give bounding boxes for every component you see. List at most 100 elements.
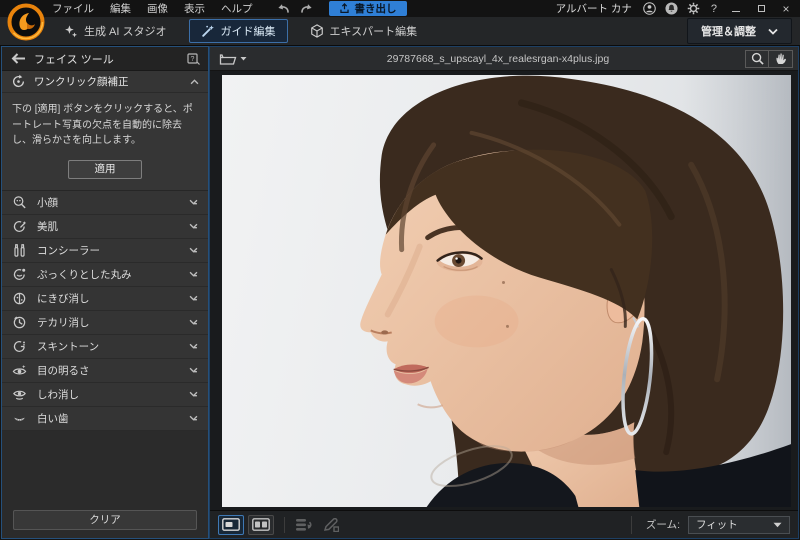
- blemish-remover-icon: [12, 291, 27, 306]
- back-button[interactable]: [2, 53, 34, 64]
- face-tool-item[interactable]: テカリ消し: [2, 311, 208, 335]
- panel-title: フェイス ツール: [34, 51, 114, 67]
- split-view-button[interactable]: [248, 515, 274, 535]
- help-button[interactable]: ?: [709, 3, 719, 15]
- edit-pencil-button[interactable]: [323, 518, 339, 532]
- zoom-tool-button[interactable]: [745, 50, 769, 68]
- dropdown-arrow-icon: [240, 56, 247, 61]
- zoom-level-dropdown[interactable]: フィット: [688, 516, 790, 534]
- one-click-body: 下の [適用] ボタンをクリックすると、ポートレート写真の欠点を自動的に除去し、…: [2, 93, 208, 191]
- workspace-tabs: 生成 AI スタジオ ガイド編集 エキスパート編集: [52, 19, 429, 43]
- single-view-button[interactable]: [218, 515, 244, 535]
- open-file-button[interactable]: [215, 50, 251, 68]
- workspace-toolbar: 生成 AI スタジオ ガイド編集 エキスパート編集 管理＆調整: [0, 17, 800, 46]
- face-tool-item[interactable]: 白い歯: [2, 407, 208, 431]
- plump-icon: [12, 267, 27, 282]
- workspace-tab-label: ガイド編集: [221, 23, 276, 39]
- close-button[interactable]: ×: [778, 1, 794, 16]
- white-teeth-icon: [12, 411, 27, 426]
- single-view-icon: [222, 518, 240, 531]
- manage-adjust-label: 管理＆調整: [701, 23, 756, 39]
- face-tool-item[interactable]: 美肌: [2, 215, 208, 239]
- menu-item[interactable]: 画像: [147, 1, 168, 16]
- canvas-area: 29787668_s_upscayl_4x_realesrgan-x4plus.…: [210, 47, 798, 538]
- face-tool-label: にきび消し: [37, 291, 90, 306]
- app-logo-icon: [7, 3, 45, 41]
- export-button[interactable]: 書き出し: [329, 1, 407, 16]
- menu-item[interactable]: ファイル: [52, 1, 94, 16]
- workspace-tab[interactable]: ガイド編集: [189, 19, 288, 43]
- face-tool-label: 美肌: [37, 219, 58, 234]
- eye-brightness-icon: [12, 363, 27, 378]
- apply-button[interactable]: 適用: [68, 160, 142, 179]
- chevron-down-icon[interactable]: [189, 295, 198, 301]
- clear-button[interactable]: クリア: [13, 510, 197, 530]
- canvas-bottom-bar: ズーム: フィット: [210, 510, 798, 538]
- user-account-icon[interactable]: [643, 2, 656, 15]
- portrait-photo[interactable]: [222, 75, 791, 507]
- image-filename: 29787668_s_upscayl_4x_realesrgan-x4plus.…: [251, 53, 745, 65]
- chevron-down-icon[interactable]: [189, 247, 198, 253]
- redo-button[interactable]: [299, 2, 315, 15]
- face-tool-item[interactable]: しわ消し: [2, 383, 208, 407]
- apply-edits-stack-button[interactable]: [295, 518, 313, 532]
- one-click-description: 下の [適用] ボタンをクリックすると、ポートレート写真の欠点を自動的に除去し、…: [12, 102, 198, 149]
- zoom-value: フィット: [696, 517, 773, 532]
- panel-help-icon[interactable]: ?: [187, 53, 200, 65]
- sidebar-filler: [2, 431, 208, 509]
- menu-item[interactable]: ヘルプ: [221, 1, 253, 16]
- settings-gear-icon[interactable]: [687, 2, 700, 15]
- chevron-down-icon[interactable]: [189, 415, 198, 421]
- svg-text:?: ?: [191, 56, 195, 63]
- chevron-down-icon[interactable]: [189, 319, 198, 325]
- chevron-down-icon[interactable]: [189, 391, 198, 397]
- zoom-label: ズーム:: [646, 517, 680, 532]
- maximize-button[interactable]: [753, 1, 769, 16]
- manage-adjust-button[interactable]: 管理＆調整: [687, 18, 792, 44]
- undo-button[interactable]: [275, 2, 291, 15]
- workspace-tab[interactable]: 生成 AI スタジオ: [52, 19, 179, 43]
- folder-icon: [219, 52, 237, 66]
- face-tool-label: 目の明るさ: [37, 363, 90, 378]
- export-label: 書き出し: [355, 1, 397, 16]
- face-tools-panel: フェイス ツール ? ワンクリック顔補正 下の [適用] ボタンをクリックすると…: [2, 47, 208, 538]
- face-tool-label: 小顔: [37, 195, 58, 210]
- wand-icon: [201, 24, 215, 38]
- skin-tone-icon: [12, 339, 27, 354]
- face-tool-item[interactable]: 目の明るさ: [2, 359, 208, 383]
- wrinkle-remover-icon: [12, 387, 27, 402]
- face-tool-item[interactable]: コンシーラー: [2, 239, 208, 263]
- sidebar-header: フェイス ツール ?: [2, 47, 208, 71]
- minimize-button[interactable]: [728, 1, 744, 16]
- chevron-down-icon[interactable]: [189, 199, 198, 205]
- chevron-down-icon[interactable]: [189, 271, 198, 277]
- one-click-section-header[interactable]: ワンクリック顔補正: [2, 71, 208, 93]
- photo-viewport: [210, 71, 798, 510]
- face-tool-label: しわ消し: [37, 387, 79, 402]
- hand-icon: [775, 52, 787, 65]
- smooth-skin-icon: [12, 219, 27, 234]
- chevron-down-icon[interactable]: [189, 343, 198, 349]
- face-tool-label: スキントーン: [37, 339, 99, 354]
- pan-tool-button[interactable]: [769, 50, 793, 68]
- chevron-down-icon[interactable]: [189, 223, 198, 229]
- portrait-illustration: [222, 75, 791, 507]
- face-tool-item[interactable]: スキントーン: [2, 335, 208, 359]
- face-tool-list: 小顔 美肌 コンシーラー ぷっくりとした丸み にきび消し テカリ消し スキントー…: [2, 191, 208, 431]
- menu-item[interactable]: 表示: [184, 1, 205, 16]
- workspace-tab[interactable]: エキスパート編集: [298, 19, 430, 43]
- cube-icon: [310, 24, 324, 38]
- shine-remover-icon: [12, 315, 27, 330]
- one-click-icon: [11, 74, 26, 89]
- chevron-down-icon[interactable]: [189, 367, 198, 373]
- face-tool-item[interactable]: 小顔: [2, 191, 208, 215]
- menu-item[interactable]: 編集: [110, 1, 131, 16]
- face-tool-item[interactable]: にきび消し: [2, 287, 208, 311]
- face-tool-item[interactable]: ぷっくりとした丸み: [2, 263, 208, 287]
- title-bar: ファイル編集画像表示ヘルプ 書き出し アルバート カナ ? ×: [0, 0, 800, 17]
- chevron-up-icon[interactable]: [190, 79, 199, 85]
- notifications-bell-icon[interactable]: [665, 2, 678, 15]
- divider: [284, 517, 285, 533]
- menu-bar: ファイル 編集 画像 表示 ヘルプ: [52, 1, 253, 16]
- workspace-tab-label: エキスパート編集: [330, 23, 418, 39]
